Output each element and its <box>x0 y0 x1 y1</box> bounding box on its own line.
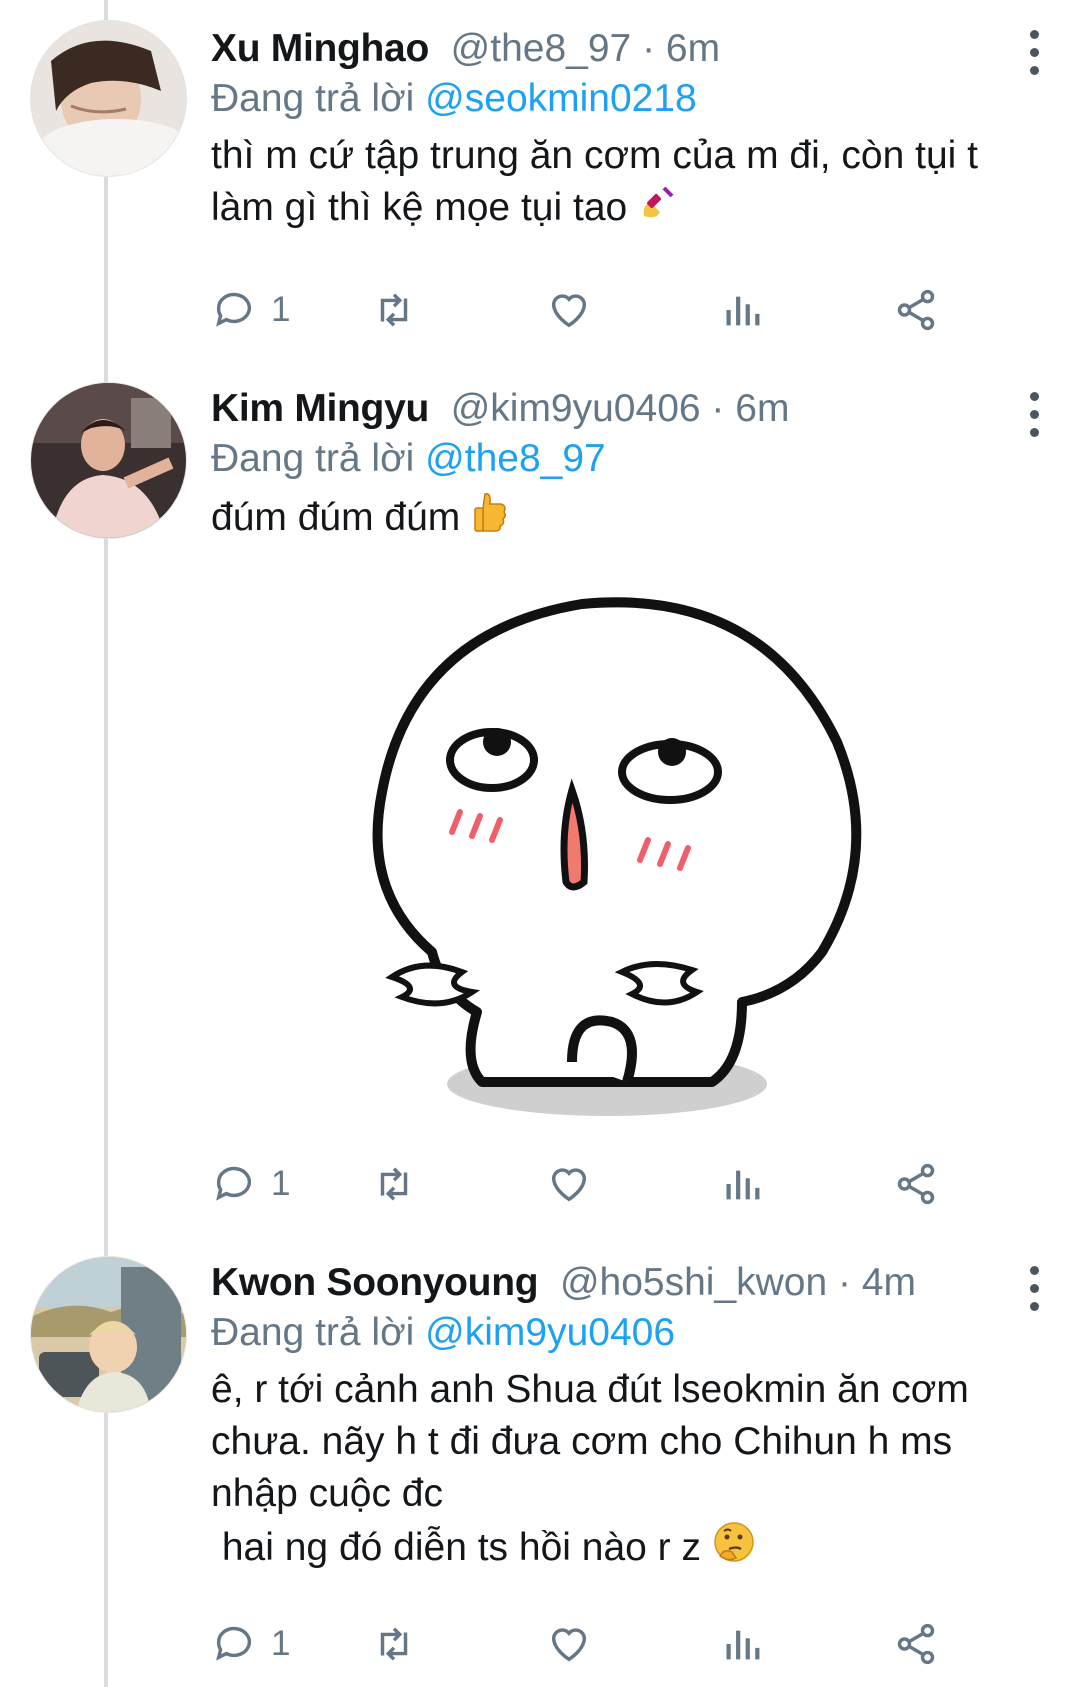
user-handle[interactable]: @ho5shi_kwon <box>560 1261 827 1304</box>
action-bar: 1 <box>211 280 1021 340</box>
retweet-icon <box>380 293 408 327</box>
reply-icon <box>216 292 252 327</box>
avatar[interactable] <box>30 1256 187 1413</box>
retweet-button[interactable] <box>371 1154 417 1214</box>
replying-to-label: Đang trả lời <box>211 1311 426 1354</box>
separator: · <box>700 387 736 430</box>
timestamp[interactable]: 6m <box>735 387 789 430</box>
share-icon <box>897 1623 935 1665</box>
timestamp[interactable]: 6m <box>666 27 720 70</box>
share-button[interactable] <box>893 1614 939 1674</box>
reply-mention-link[interactable]: @the8_97 <box>425 437 606 480</box>
action-bar: 1 <box>211 1154 1021 1214</box>
tweet-text-content: đúm đúm đúm <box>211 496 461 539</box>
user-handle[interactable]: @kim9yu0406 <box>451 387 701 430</box>
reply-icon <box>216 1626 252 1661</box>
share-icon <box>897 1163 935 1205</box>
share-button[interactable] <box>893 280 939 340</box>
like-button[interactable] <box>546 1614 592 1674</box>
retweet-button[interactable] <box>371 280 417 340</box>
analytics-icon <box>726 1170 760 1200</box>
retweet-icon <box>380 1627 408 1661</box>
analytics-icon <box>726 1630 760 1660</box>
retweet-icon <box>380 1167 408 1201</box>
timestamp[interactable]: 4m <box>862 1261 916 1304</box>
analytics-button[interactable] <box>719 1614 765 1674</box>
thumbs-up-icon <box>471 490 511 548</box>
replying-to-label: Đang trả lời <box>211 77 426 120</box>
share-button[interactable] <box>893 1154 939 1214</box>
replying-to: Đang trả lời @seokmin0218 <box>211 74 1040 124</box>
analytics-button[interactable] <box>719 1154 765 1214</box>
replying-to-label: Đang trả lời <box>211 437 426 480</box>
tweet-text: thì m cứ tập trung ăn cơm của m đi, còn … <box>211 130 1040 238</box>
separator: · <box>631 27 666 70</box>
heart-icon <box>551 294 587 328</box>
nail-polish-icon <box>638 184 678 238</box>
tweet-text: ê, r tới cảnh anh Shua đút lseokmin ăn c… <box>211 1364 1040 1578</box>
reply-button[interactable]: 1 <box>211 280 290 340</box>
heart-icon <box>551 1168 587 1202</box>
reply-button[interactable]: 1 <box>211 1614 290 1674</box>
reply-mention-link[interactable]: @seokmin0218 <box>425 77 697 120</box>
avatar[interactable] <box>30 382 187 539</box>
reply-count: 1 <box>271 1624 291 1663</box>
retweet-button[interactable] <box>371 1614 417 1674</box>
share-icon <box>897 289 935 331</box>
reply-icon <box>216 1166 252 1201</box>
tweet-text: đúm đúm đúm <box>211 490 1040 548</box>
user-handle[interactable]: @the8_97 <box>451 27 632 70</box>
like-button[interactable] <box>546 1154 592 1214</box>
reply-count: 1 <box>271 1164 291 1203</box>
tweet-header: Kim Mingyu @kim9yu0406 · 6m <box>211 384 1040 434</box>
action-bar: 1 <box>211 1614 1021 1674</box>
attached-sticker-image[interactable] <box>322 592 918 1132</box>
display-name[interactable]: Kwon Soonyoung <box>211 1261 539 1304</box>
tweet-text-content: ê, r tới cảnh anh Shua đút lseokmin ăn c… <box>211 1368 969 1569</box>
avatar[interactable] <box>30 20 187 177</box>
thread-connector-line <box>104 0 108 1687</box>
display-name[interactable]: Xu Minghao <box>211 27 429 70</box>
tweet-text-content: thì m cứ tập trung ăn cơm của m đi, còn … <box>211 134 989 229</box>
analytics-button[interactable] <box>719 280 765 340</box>
display-name[interactable]: Kim Mingyu <box>211 387 429 430</box>
analytics-icon <box>726 296 760 326</box>
thinking-face-icon <box>712 1520 756 1578</box>
replying-to: Đang trả lời @kim9yu0406 <box>211 1308 1040 1358</box>
heart-icon <box>551 1628 587 1662</box>
replying-to: Đang trả lời @the8_97 <box>211 434 1040 484</box>
like-button[interactable] <box>546 280 592 340</box>
separator: · <box>827 1261 862 1304</box>
reply-count: 1 <box>271 290 291 329</box>
reply-button[interactable]: 1 <box>211 1154 290 1214</box>
reply-mention-link[interactable]: @kim9yu0406 <box>425 1311 675 1354</box>
tweet-header: Xu Minghao @the8_97 · 6m <box>211 24 1040 74</box>
tweet-header: Kwon Soonyoung @ho5shi_kwon · 4m <box>211 1258 1040 1308</box>
